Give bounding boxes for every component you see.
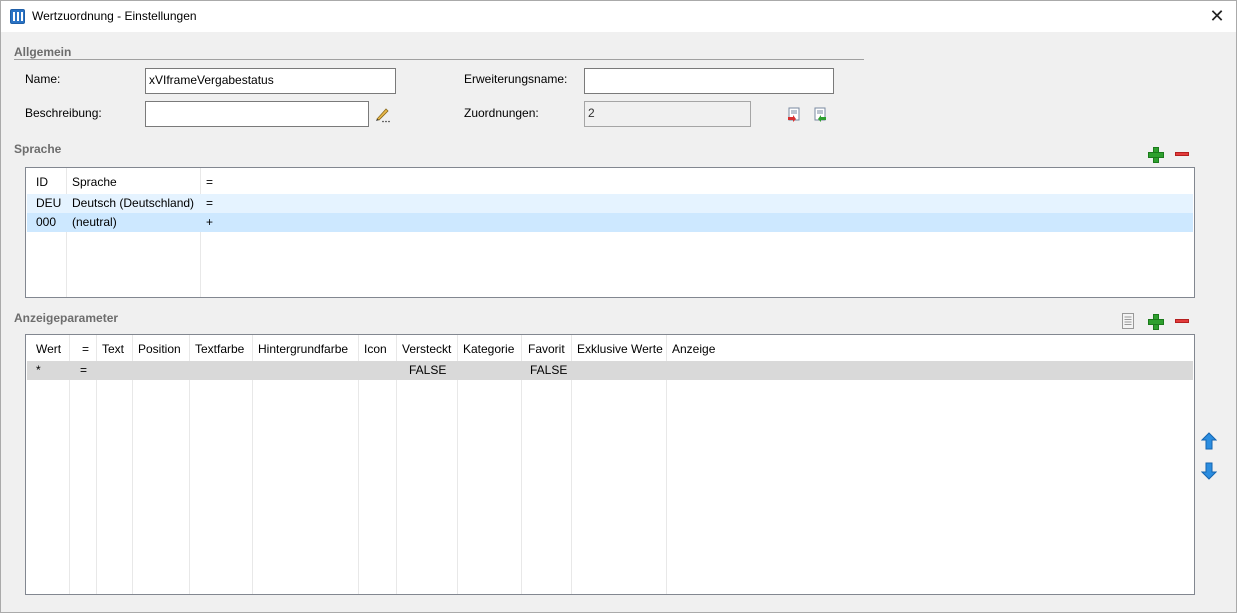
remove-language-icon[interactable] bbox=[1175, 152, 1189, 156]
cell-id: DEU bbox=[36, 196, 62, 210]
mappings-label: Zuordnungen: bbox=[464, 106, 539, 120]
language-header-equals[interactable]: = bbox=[206, 168, 213, 194]
header-hintergrundfarbe[interactable]: Hintergrundfarbe bbox=[258, 335, 348, 361]
header-wert[interactable]: Wert bbox=[36, 335, 61, 361]
cell-equals: = bbox=[80, 363, 88, 377]
title-bar: Wertzuordnung - Einstellungen ✕ bbox=[1, 1, 1236, 32]
header-position[interactable]: Position bbox=[138, 335, 181, 361]
header-kategorie[interactable]: Kategorie bbox=[463, 335, 514, 361]
section-language-heading: Sprache bbox=[14, 142, 62, 156]
add-language-icon[interactable] bbox=[1148, 147, 1164, 163]
column-divider bbox=[66, 168, 67, 297]
window-title: Wertzuordnung - Einstellungen bbox=[32, 9, 197, 23]
name-label: Name: bbox=[25, 72, 61, 86]
edit-pencil-icon[interactable] bbox=[374, 105, 392, 123]
cell-equals: + bbox=[206, 215, 214, 229]
header-anzeige[interactable]: Anzeige bbox=[672, 335, 715, 361]
close-icon[interactable]: ✕ bbox=[1206, 5, 1228, 27]
description-field[interactable] bbox=[145, 101, 369, 127]
header-exklusive-werte[interactable]: Exklusive Werte bbox=[577, 335, 663, 361]
display-parameters-table: Wert = Text Position Textfarbe Hintergru… bbox=[25, 334, 1195, 595]
header-equals[interactable]: = bbox=[82, 335, 89, 361]
header-textfarbe[interactable]: Textfarbe bbox=[195, 335, 244, 361]
cell-language: Deutsch (Deutschland) bbox=[72, 196, 195, 210]
header-favorit[interactable]: Favorit bbox=[528, 335, 565, 361]
table-row[interactable]: * = FALSE FALSE bbox=[27, 361, 1193, 380]
language-header-language[interactable]: Sprache bbox=[72, 168, 117, 194]
settings-window: Wertzuordnung - Einstellungen ✕ Allgemei… bbox=[0, 0, 1237, 613]
cell-versteckt: FALSE bbox=[409, 363, 447, 377]
cell-favorit: FALSE bbox=[530, 363, 568, 377]
description-label: Beschreibung: bbox=[25, 106, 102, 120]
import-doc-icon[interactable] bbox=[812, 107, 830, 125]
document-list-icon[interactable] bbox=[1120, 313, 1138, 331]
column-divider bbox=[200, 168, 201, 297]
language-table: ID Sprache = DEU Deutsch (Deutschland) =… bbox=[25, 167, 1195, 298]
cell-language: (neutral) bbox=[72, 215, 117, 229]
cell-id: 000 bbox=[36, 215, 57, 229]
app-icon bbox=[10, 9, 25, 24]
table-row[interactable]: DEU Deutsch (Deutschland) = bbox=[27, 194, 1193, 213]
table-row-selected[interactable]: 000 (neutral) + bbox=[27, 213, 1193, 232]
move-up-arrow-icon[interactable] bbox=[1200, 432, 1218, 450]
header-icon[interactable]: Icon bbox=[364, 335, 387, 361]
section-divider bbox=[14, 59, 864, 60]
name-field[interactable]: xVIframeVergabestatus bbox=[145, 68, 396, 94]
extension-name-label: Erweiterungsname: bbox=[464, 72, 568, 86]
header-text[interactable]: Text bbox=[102, 335, 124, 361]
cell-equals: = bbox=[206, 196, 214, 210]
mappings-field: 2 bbox=[584, 101, 751, 127]
extension-name-field[interactable] bbox=[584, 68, 834, 94]
language-header-id[interactable]: ID bbox=[36, 168, 48, 194]
move-down-arrow-icon[interactable] bbox=[1200, 462, 1218, 480]
add-parameter-icon[interactable] bbox=[1148, 314, 1164, 330]
section-display-heading: Anzeigeparameter bbox=[14, 311, 119, 325]
remove-parameter-icon[interactable] bbox=[1175, 319, 1189, 323]
cell-wert: * bbox=[36, 363, 41, 377]
section-general-heading: Allgemein bbox=[14, 45, 72, 59]
header-versteckt[interactable]: Versteckt bbox=[402, 335, 451, 361]
export-doc-icon[interactable] bbox=[786, 107, 804, 125]
